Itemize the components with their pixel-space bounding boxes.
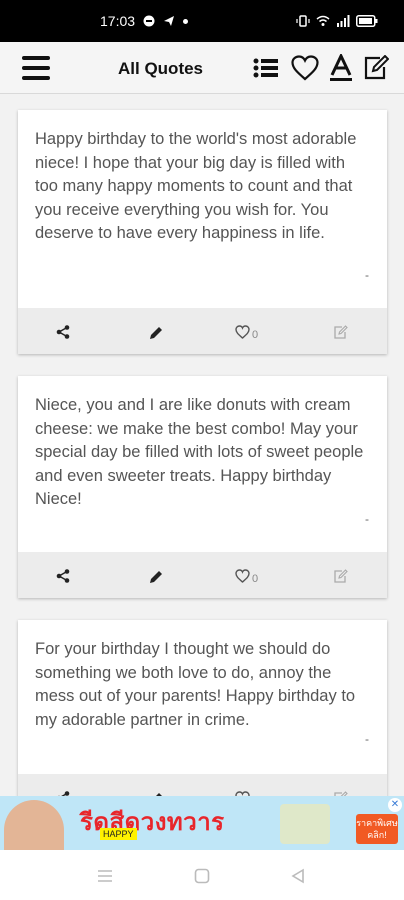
list-icon[interactable] bbox=[252, 54, 280, 82]
share-icon[interactable] bbox=[56, 323, 70, 341]
quotes-list[interactable]: Happy birthday to the world's most adora… bbox=[0, 94, 404, 796]
heart-icon bbox=[235, 569, 250, 583]
ad-subtext: HAPPY bbox=[100, 828, 137, 840]
ad-info-icon[interactable]: ✕ bbox=[388, 798, 402, 812]
pencil-icon[interactable] bbox=[149, 789, 164, 796]
back-icon[interactable] bbox=[289, 867, 307, 885]
quote-author: - bbox=[365, 732, 369, 746]
app-bar: All Quotes bbox=[0, 42, 404, 94]
notification-dot-icon bbox=[183, 18, 189, 24]
battery-icon bbox=[356, 15, 378, 27]
vibrate-icon bbox=[296, 15, 310, 27]
signal-icon bbox=[336, 15, 350, 27]
quote-author: - bbox=[365, 268, 369, 282]
quote-text: Niece, you and I are like donuts with cr… bbox=[35, 396, 364, 508]
edit-icon[interactable] bbox=[362, 54, 390, 82]
status-time: 17:03 bbox=[100, 13, 136, 29]
like-count: 0 bbox=[252, 573, 259, 585]
quote-card[interactable]: For your birthday I thought we should do… bbox=[18, 620, 387, 796]
like-count: 0 bbox=[252, 329, 259, 341]
quote-author: - bbox=[365, 512, 369, 526]
quote-card[interactable]: Happy birthday to the world's most adora… bbox=[18, 110, 387, 354]
quote-actions: 0 bbox=[18, 774, 387, 796]
menu-icon[interactable] bbox=[22, 54, 50, 82]
ad-banner[interactable]: รีดสีดวงทวาร HAPPY ราคาพิเศษ คลิก! ✕ bbox=[0, 796, 404, 850]
telegram-icon bbox=[163, 15, 175, 27]
like-button[interactable]: 0 bbox=[235, 789, 258, 796]
recent-apps-icon[interactable] bbox=[96, 867, 114, 885]
page-title: All Quotes bbox=[118, 59, 204, 78]
edit-icon[interactable] bbox=[333, 323, 348, 341]
quote-card[interactable]: Niece, you and I are like donuts with cr… bbox=[18, 376, 387, 598]
share-icon[interactable] bbox=[56, 567, 70, 585]
wifi-icon bbox=[316, 15, 330, 27]
quote-actions: 0 bbox=[18, 552, 387, 598]
like-button[interactable]: 0 bbox=[235, 323, 258, 341]
heart-icon[interactable] bbox=[291, 54, 319, 82]
chat-icon bbox=[143, 15, 155, 27]
quote-text: Happy birthday to the world's most adora… bbox=[35, 130, 357, 242]
heart-icon bbox=[235, 325, 250, 339]
share-icon[interactable] bbox=[56, 789, 70, 796]
pencil-icon[interactable] bbox=[149, 567, 164, 585]
quote-actions: 0 bbox=[18, 308, 387, 354]
ad-cta-button[interactable]: ราคาพิเศษ คลิก! bbox=[356, 814, 398, 844]
edit-icon[interactable] bbox=[333, 789, 348, 796]
status-bar: 17:03 bbox=[0, 0, 404, 42]
ad-product-image bbox=[280, 804, 330, 844]
home-icon[interactable] bbox=[193, 867, 211, 885]
pencil-icon[interactable] bbox=[149, 323, 164, 341]
like-button[interactable]: 0 bbox=[235, 567, 258, 585]
ad-image bbox=[4, 800, 64, 850]
quote-text: For your birthday I thought we should do… bbox=[35, 640, 356, 729]
edit-icon[interactable] bbox=[333, 567, 348, 585]
system-nav-bar bbox=[0, 850, 404, 900]
font-icon[interactable] bbox=[327, 54, 355, 82]
